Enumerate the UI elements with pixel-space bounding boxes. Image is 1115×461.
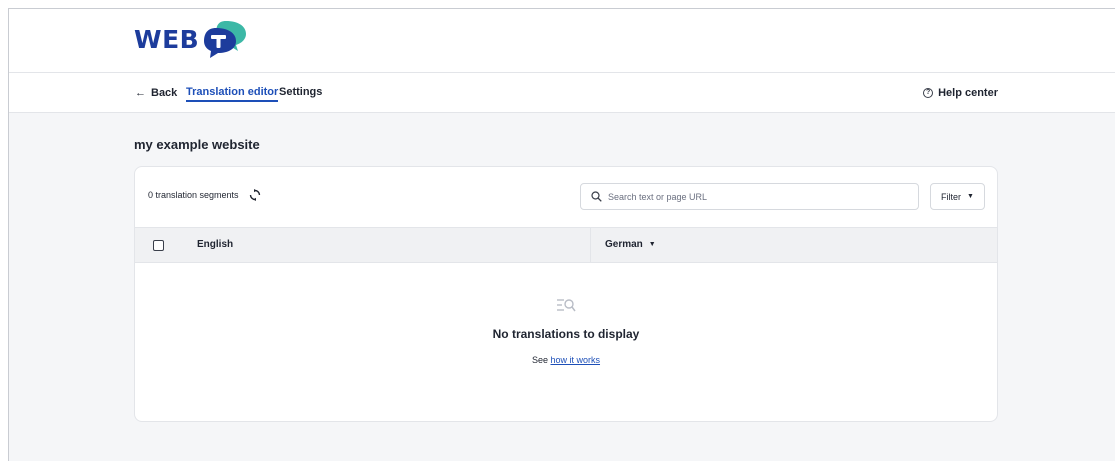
segment-count: 0 translation segments xyxy=(148,189,261,201)
select-all-checkbox[interactable] xyxy=(153,240,164,251)
filter-label: Filter xyxy=(941,191,962,202)
column-divider xyxy=(590,228,591,262)
caret-down-icon: ▼ xyxy=(648,241,656,248)
column-header-german: German xyxy=(605,239,643,250)
help-circle-icon: ? xyxy=(923,88,934,98)
search-list-icon xyxy=(557,299,576,312)
column-header-english: English xyxy=(197,239,234,250)
help-center-link[interactable]: ? Help center xyxy=(923,73,998,113)
segment-count-text: 0 translation segments xyxy=(148,190,239,200)
refresh-icon[interactable] xyxy=(249,189,261,201)
back-link[interactable]: ← Back xyxy=(135,73,177,113)
tab-label: Translation editor xyxy=(186,86,279,98)
language-select-german[interactable]: German ▼ xyxy=(605,228,656,262)
logo-text: WEB xyxy=(134,24,200,54)
translations-card: 0 translation segments Filter ▼ xyxy=(134,166,998,422)
app-frame: WEB ← Back Translation editor Settings ?… xyxy=(8,8,1115,461)
nav-bar: ← Back Translation editor Settings ? Hel… xyxy=(9,73,1115,113)
empty-state-help: See how it works xyxy=(135,355,997,365)
caret-down-icon: ▼ xyxy=(967,193,974,200)
table-header: English German ▼ xyxy=(135,227,997,263)
page-title: my example website xyxy=(134,137,260,152)
empty-state: No translations to display See how it wo… xyxy=(135,297,997,365)
help-label: Help center xyxy=(938,87,998,99)
active-tab-indicator xyxy=(186,100,279,102)
search-box[interactable] xyxy=(580,183,919,210)
filter-button[interactable]: Filter ▼ xyxy=(930,183,985,210)
empty-state-title: No translations to display xyxy=(492,327,640,341)
logo-mark-icon xyxy=(204,21,247,58)
back-label: Back xyxy=(151,87,178,99)
logo-bar: WEB xyxy=(9,9,1115,73)
search-icon xyxy=(591,191,602,202)
how-it-works-link[interactable]: how it works xyxy=(551,355,601,365)
card-toolbar: 0 translation segments Filter ▼ xyxy=(135,167,997,227)
tab-translation-editor[interactable]: Translation editor xyxy=(186,73,279,113)
tab-label: Settings xyxy=(279,86,323,98)
arrow-left-icon: ← xyxy=(135,87,146,99)
see-text: See xyxy=(531,355,548,365)
logo[interactable]: WEB xyxy=(134,19,248,59)
search-input[interactable] xyxy=(608,191,898,202)
tab-settings[interactable]: Settings xyxy=(279,73,322,113)
